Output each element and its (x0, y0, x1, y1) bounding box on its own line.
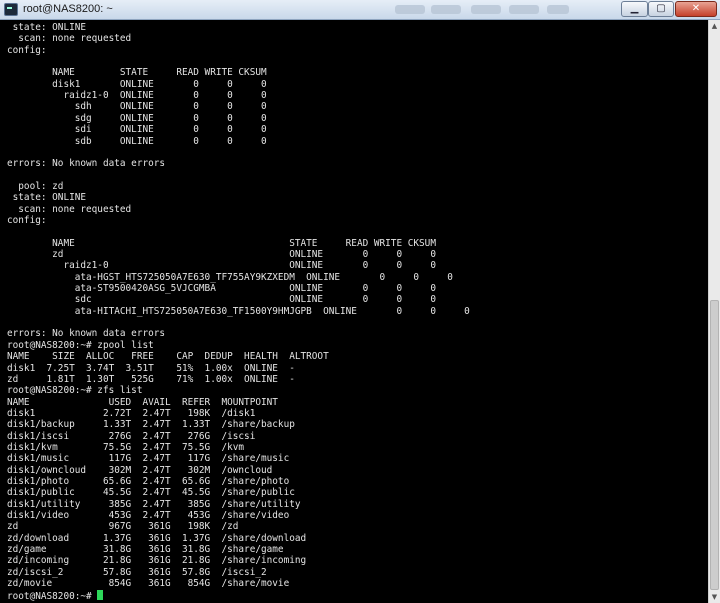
terminal-line: root@NAS8200:~# zfs list (7, 385, 143, 397)
terminal-line: NAME STATE READ WRITE CKSUM (7, 67, 267, 79)
terminal-line: disk1/utility 385G 2.47T 385G /share/uti… (7, 498, 301, 510)
terminal-output[interactable]: state: ONLINE scan: none requested config… (0, 20, 708, 603)
terminal-line: zd ONLINE 0 0 0 (7, 249, 436, 260)
terminal-line: sdg ONLINE 0 0 0 (7, 112, 267, 124)
terminal-line: zd/movie 854G 361G 854G /share/movie (7, 578, 290, 590)
close-icon: ✕ (691, 3, 701, 14)
terminal-line: sdi ONLINE 0 0 0 (7, 124, 267, 136)
scrollbar-thumb[interactable] (710, 300, 719, 590)
terminal-window: root@NAS8200: ~ ▁ ▢ ✕ state: ONLINE scan… (0, 0, 720, 603)
shell-prompt-line: root@NAS8200:~# (7, 589, 104, 602)
terminal-line: NAME STATE READ WRITE CKSUM (7, 237, 436, 249)
terminal-line: state: ONLINE (7, 192, 87, 204)
terminal-line: ata-HITACHI_HTS725050A7E630_TF1500Y9HMJG… (7, 305, 470, 317)
maximize-icon: ▢ (656, 3, 666, 14)
terminal-line: zd/iscsi_2 57.8G 361G 57.8G /iscsi_2 (7, 566, 267, 578)
terminal-line: ata-ST9500420ASG_5VJCGMBA ONLINE 0 0 0 (7, 283, 436, 295)
terminal-line: zd 1.81T 1.30T 525G 71% 1.00x ONLINE - (7, 373, 295, 385)
terminal-line: sdh ONLINE 0 0 0 (7, 101, 267, 113)
terminal-line: errors: No known data errors (7, 158, 166, 170)
blurred-title-segment (395, 5, 425, 14)
terminal-line: NAME SIZE ALLOC FREE CAP DEDUP HEALTH AL… (7, 351, 329, 363)
minimize-button[interactable]: ▁ (621, 1, 648, 17)
terminal-line: zd 967G 361G 198K /zd (7, 521, 239, 533)
blurred-title-segment (547, 5, 569, 14)
terminal-app-icon[interactable] (4, 3, 18, 16)
terminal-line: sdb ONLINE 0 0 0 (7, 135, 267, 147)
terminal-line: errors: No known data errors (7, 328, 166, 340)
blurred-title-segment (431, 5, 461, 14)
window-title: root@NAS8200: ~ (23, 3, 113, 15)
minimize-icon: ▁ (630, 3, 639, 14)
terminal-line: disk1/kvm 75.5G 2.47T 75.5G /kvm (7, 441, 245, 453)
terminal-line: zd/download 1.37G 361G 1.37G /share/down… (7, 532, 307, 544)
terminal-line: zd/game 31.8G 361G 31.8G /share/game (7, 544, 284, 556)
terminal-cursor (97, 589, 104, 600)
title-bar[interactable]: root@NAS8200: ~ ▁ ▢ ✕ (0, 0, 720, 20)
terminal-line: disk1 ONLINE 0 0 0 (7, 78, 267, 90)
maximize-button[interactable]: ▢ (648, 1, 674, 17)
blurred-title-segment (509, 5, 539, 14)
terminal-line: disk1/backup 1.33T 2.47T 1.33T /share/ba… (7, 419, 295, 431)
terminal-line: root@NAS8200:~# zpool list (7, 339, 154, 351)
vertical-scrollbar[interactable]: ▲ ▼ (708, 20, 720, 603)
terminal-line: pool: zd (7, 180, 64, 192)
terminal-line: scan: none requested (7, 33, 132, 45)
scroll-up-icon[interactable]: ▲ (709, 20, 720, 32)
terminal-line: disk1/music 117G 2.47T 117G /share/music (7, 453, 290, 465)
terminal-line: scan: none requested (7, 203, 132, 215)
terminal-line: disk1/owncloud 302M 2.47T 302M /owncloud (7, 464, 273, 476)
blurred-title-segment (471, 5, 501, 14)
terminal-line: config: (7, 214, 47, 226)
terminal-line: disk1/iscsi 276G 2.47T 276G /iscsi (7, 430, 256, 442)
terminal-line: NAME USED AVAIL REFER MOUNTPOINT (7, 396, 278, 408)
terminal-line: disk1 7.25T 3.74T 3.51T 51% 1.00x ONLINE… (7, 362, 295, 374)
terminal-line: disk1 2.72T 2.47T 198K /disk1 (7, 407, 256, 419)
terminal-line: sdc ONLINE 0 0 0 (7, 294, 436, 306)
terminal-line: raidz1-0 ONLINE 0 0 0 (7, 260, 436, 272)
terminal-line: config: (7, 44, 47, 56)
terminal-line: disk1/video 453G 2.47T 453G /share/video (7, 510, 290, 522)
scroll-down-icon[interactable]: ▼ (709, 591, 720, 603)
terminal-line: disk1/public 45.5G 2.47T 45.5G /share/pu… (7, 487, 295, 499)
close-button[interactable]: ✕ (675, 1, 717, 17)
terminal-line: ata-HGST_HTS725050A7E630_TF755AY9KZXEDM … (7, 271, 453, 283)
terminal-line: zd/incoming 21.8G 361G 21.8G /share/inco… (7, 555, 307, 567)
terminal-line: raidz1-0 ONLINE 0 0 0 (7, 90, 267, 102)
terminal-line: disk1/photo 65.6G 2.47T 65.6G /share/pho… (7, 476, 290, 487)
terminal-line: state: ONLINE (7, 22, 87, 33)
